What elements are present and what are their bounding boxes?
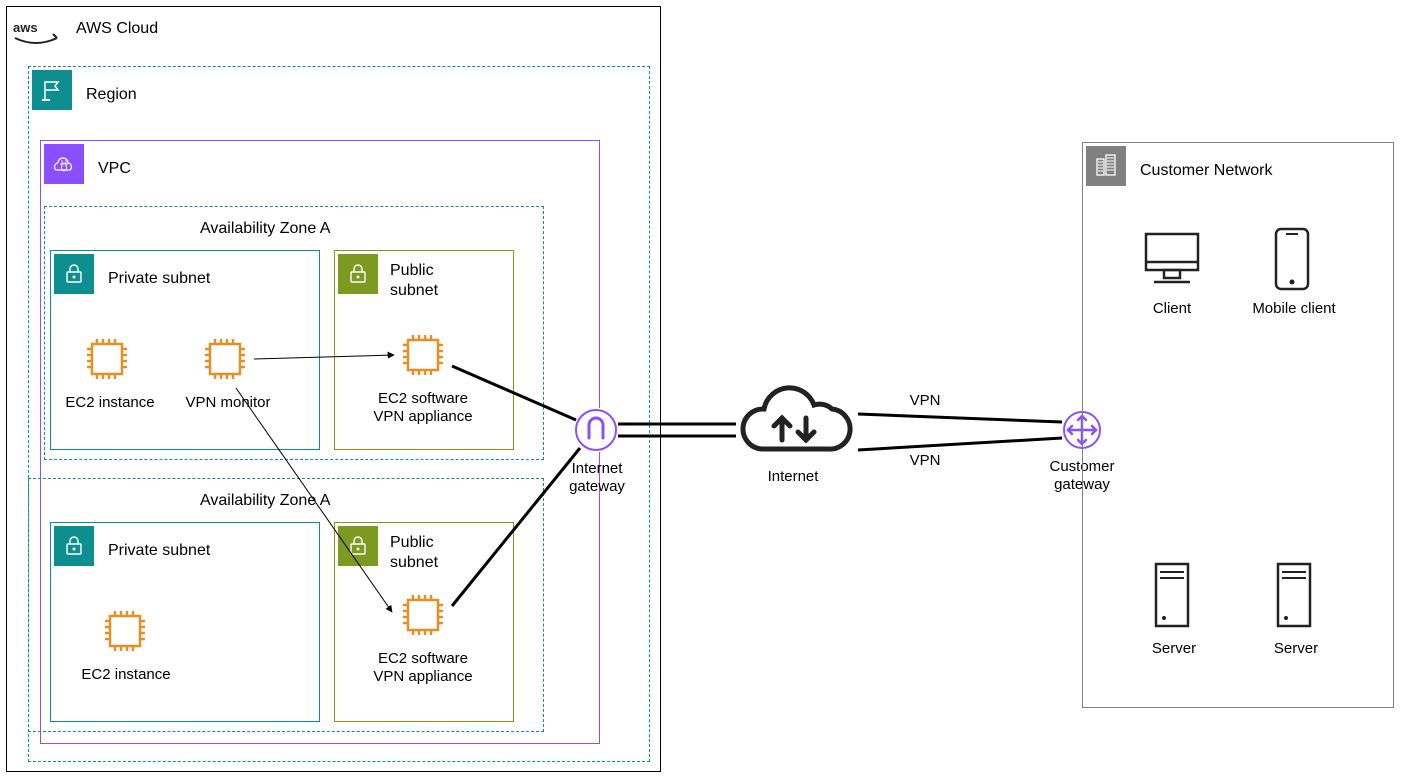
mobile-client-label: Mobile client xyxy=(1244,300,1344,318)
vpn-label-bottom: VPN xyxy=(900,452,950,470)
ec2-vpn-b-label1: EC2 software xyxy=(358,650,488,668)
region-icon xyxy=(32,70,72,110)
internet-cloud-icon xyxy=(730,384,860,474)
ec2-instance-a-label: EC2 instance xyxy=(60,394,160,412)
aws-logo-icon: aws xyxy=(12,12,60,52)
private-subnet-a-label: Private subnet xyxy=(108,270,210,288)
internet-label: Internet xyxy=(758,468,828,486)
public-subnet-b-icon xyxy=(338,526,378,566)
private-subnet-a-icon xyxy=(54,254,94,294)
region-label: Region xyxy=(86,86,137,104)
public-subnet-a-icon xyxy=(338,254,378,294)
igw-label2: gateway xyxy=(562,478,632,496)
client-desktop-icon xyxy=(1140,230,1204,290)
server-2-label: Server xyxy=(1256,640,1336,658)
public-subnet-b-label2: subnet xyxy=(390,554,438,572)
vpc-label: VPC xyxy=(98,160,131,178)
ec2-vpn-a-label2: VPN appliance xyxy=(358,408,488,426)
customer-network-icon xyxy=(1086,146,1126,186)
ec2-instance-b-icon xyxy=(100,606,150,656)
ec2-instance-b-label: EC2 instance xyxy=(76,666,176,684)
mobile-client-icon xyxy=(1270,226,1314,292)
server-1-icon xyxy=(1150,560,1194,630)
ec2-instance-a-icon xyxy=(82,334,132,384)
private-subnet-b-label: Private subnet xyxy=(108,542,210,560)
vpn-monitor-label: VPN monitor xyxy=(178,394,278,412)
server-1-label: Server xyxy=(1134,640,1214,658)
ec2-vpn-a-label1: EC2 software xyxy=(358,390,488,408)
public-subnet-b-label1: Public xyxy=(390,534,434,552)
ec2-vpn-appliance-a-icon xyxy=(398,330,448,380)
public-subnet-a-label1: Public xyxy=(390,262,434,280)
vpn-label-top: VPN xyxy=(900,392,950,410)
client-label: Client xyxy=(1132,300,1212,318)
igw-label1: Internet xyxy=(562,460,632,478)
vpc-icon xyxy=(44,144,84,184)
svg-text:aws: aws xyxy=(13,20,38,35)
public-subnet-a-label2: subnet xyxy=(390,282,438,300)
aws-cloud-label: AWS Cloud xyxy=(76,20,158,38)
customer-network-label: Customer Network xyxy=(1140,162,1272,180)
az-b-label: Availability Zone A xyxy=(200,492,330,510)
internet-gateway-icon xyxy=(574,408,618,452)
ec2-vpn-appliance-b-icon xyxy=(398,590,448,640)
customer-network-box xyxy=(1082,142,1394,708)
vpn-monitor-icon xyxy=(200,334,250,384)
server-2-icon xyxy=(1272,560,1316,630)
ec2-vpn-b-label2: VPN appliance xyxy=(358,668,488,686)
az-a-label: Availability Zone A xyxy=(200,220,330,238)
private-subnet-b-icon xyxy=(54,526,94,566)
